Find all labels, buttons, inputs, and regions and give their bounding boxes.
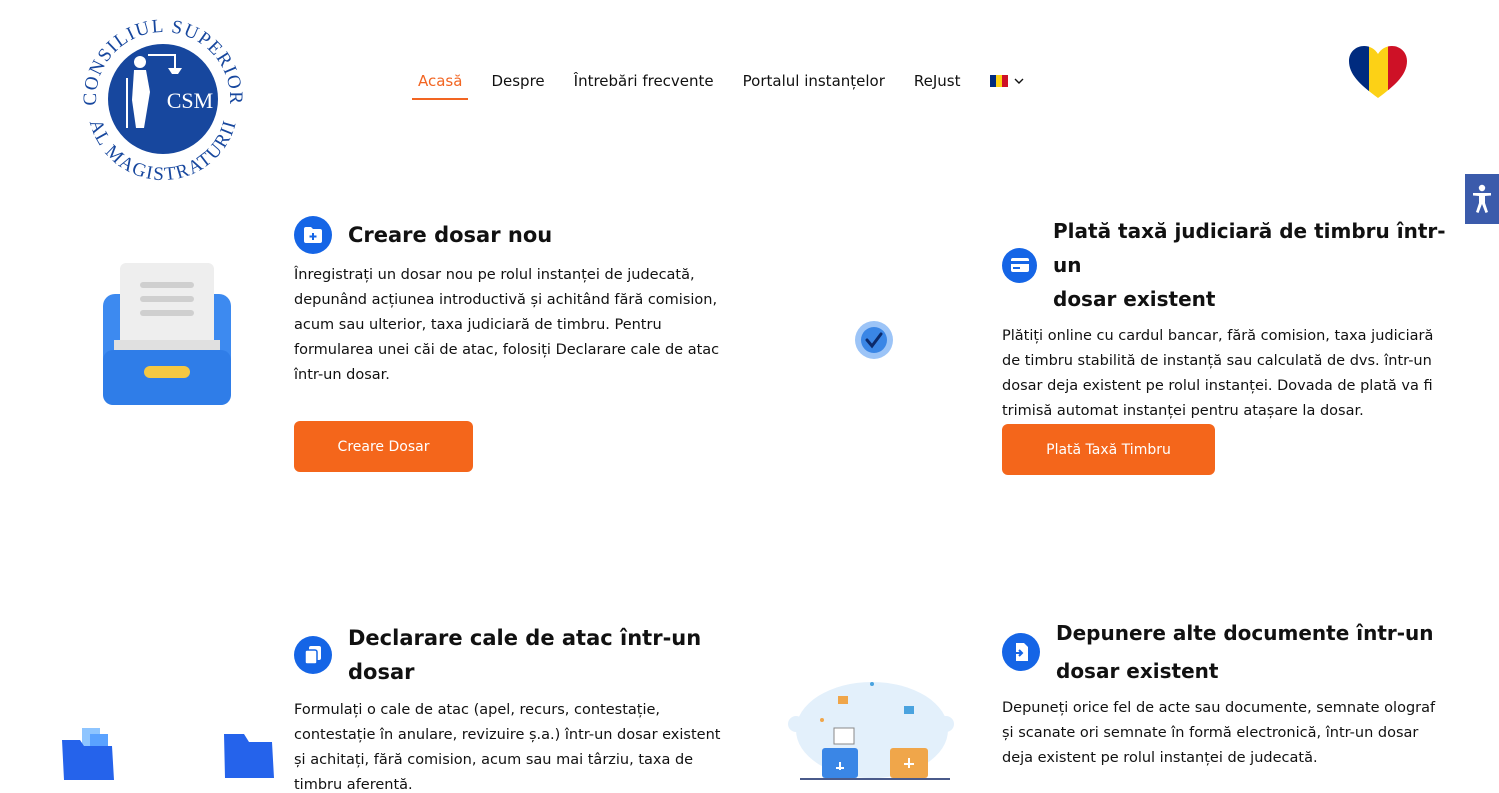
copy-icon: [294, 636, 332, 674]
create-case-button[interactable]: Creare Dosar: [294, 421, 473, 472]
credit-card-icon: [1002, 247, 1037, 283]
card-create-case: Creare dosar nou Înregistrați un dosar n…: [294, 216, 744, 388]
main-nav: Acasă Despre Întrebări frecvente Portalu…: [411, 72, 1024, 100]
language-selector[interactable]: [989, 75, 1024, 97]
check-badge-icon: [855, 321, 893, 359]
nav-courts-portal[interactable]: Portalul instanțelor: [743, 72, 885, 100]
accessibility-icon: [1473, 184, 1491, 213]
upload-documents-illustration: [788, 682, 954, 780]
card-pay-stamp-fee: Plată taxă judiciară de timbru într-un d…: [1002, 214, 1462, 424]
romania-flag-icon: [989, 75, 1008, 87]
card-upload-documents: Depunere alte documente într-un dosar ex…: [1002, 614, 1462, 771]
romania-heart-icon: [1349, 46, 1407, 98]
chevron-down-icon: [1014, 78, 1023, 84]
card-description: Plătiți online cu cardul bancar, fără co…: [1002, 328, 1434, 419]
card-appeal: Declarare cale de atac într-un dosar For…: [294, 621, 744, 793]
nav-about[interactable]: Despre: [491, 72, 544, 100]
card-title: Creare dosar nou: [348, 223, 553, 247]
stacked-files-illustration: [62, 728, 114, 780]
csm-logo[interactable]: CONSILIUL SUPERIOR AL MAGISTRATURII CSM: [74, 10, 252, 188]
pay-stamp-fee-button[interactable]: Plată Taxă Timbru: [1002, 424, 1215, 475]
nav-home[interactable]: Acasă: [411, 72, 469, 100]
card-description: Depuneți orice fel de acte sau documente…: [1002, 700, 1436, 766]
file-import-icon: [1002, 633, 1040, 671]
nav-faq[interactable]: Întrebări frecvente: [574, 72, 714, 100]
card-description: Formulați o cale de atac (apel, recurs, …: [294, 702, 721, 793]
card-description: Înregistrați un dosar nou pe rolul insta…: [294, 267, 720, 383]
card-title: Declarare cale de atac într-un dosar: [348, 626, 702, 684]
card-title: Plată taxă judiciară de timbru într-un d…: [1053, 219, 1446, 311]
logo-monogram: CSM: [167, 88, 213, 113]
nav-rejust[interactable]: ReJust: [914, 72, 961, 100]
folder-illustration: [224, 734, 274, 778]
card-title: Depunere alte documente într-un dosar ex…: [1056, 621, 1434, 683]
file-drawer-illustration: [103, 263, 231, 405]
folder-plus-icon: [294, 216, 332, 254]
accessibility-button[interactable]: [1465, 174, 1499, 224]
